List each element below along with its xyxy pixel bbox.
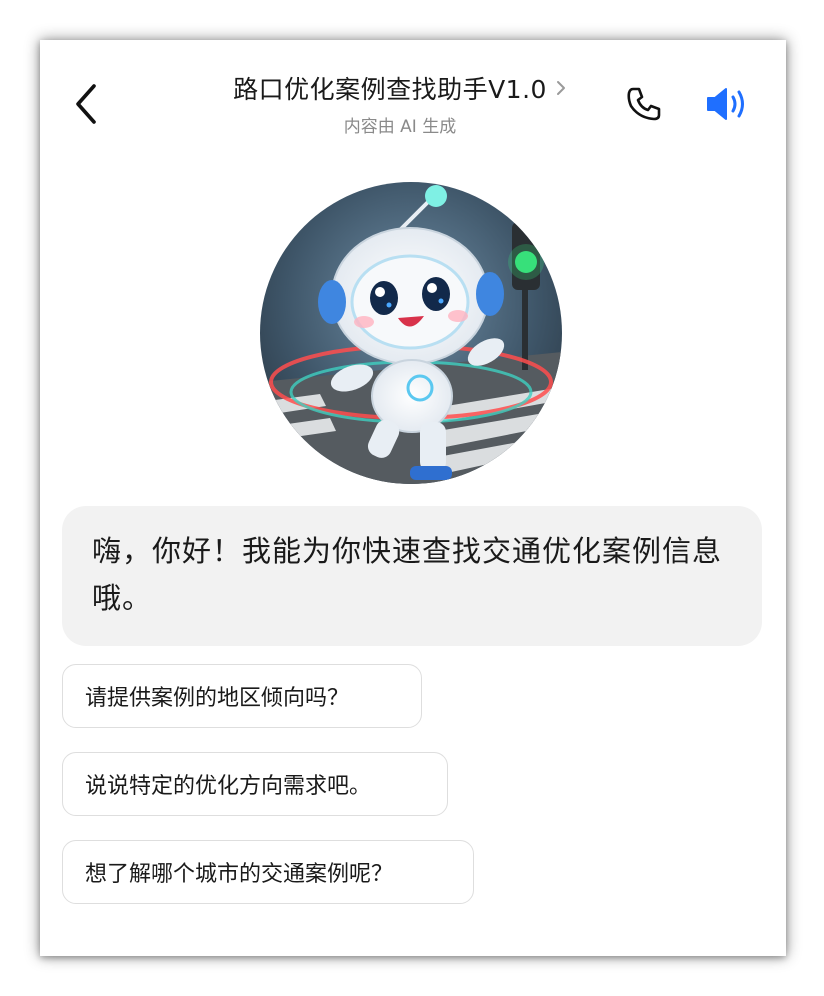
- page-title: 路口优化案例查找助手V1.0: [233, 75, 547, 104]
- suggestion-chip-label: 想了解哪个城市的交通案例呢？: [85, 862, 394, 887]
- assistant-profile-link[interactable]: 路口优化案例查找助手V1.0: [180, 70, 620, 106]
- chevron-left-icon: [76, 84, 96, 124]
- chat-screen: 路口优化案例查找助手V1.0 内容由 AI 生成 嗨，你好！我能为你快速查找交通…: [40, 40, 786, 956]
- back-button[interactable]: [68, 80, 108, 128]
- assistant-avatar: [260, 182, 562, 484]
- suggestion-chip-label: 请提供案例的地区倾向吗？: [85, 686, 350, 711]
- phone-icon: [627, 87, 661, 121]
- speaker-toggle-button[interactable]: [704, 84, 754, 124]
- call-button[interactable]: [624, 84, 664, 124]
- robot-avatar-icon: [260, 182, 562, 484]
- assistant-message-bubble: 嗨，你好！我能为你快速查找交通优化案例信息哦。: [62, 506, 762, 646]
- chevron-right-icon: [556, 81, 565, 95]
- speaker-icon: [707, 88, 744, 120]
- ai-disclaimer: 内容由 AI 生成: [343, 117, 457, 137]
- suggestion-chip-label: 说说特定的优化方向需求吧。: [85, 774, 372, 799]
- suggestion-chip[interactable]: 说说特定的优化方向需求吧。: [62, 752, 448, 816]
- suggestion-chip[interactable]: 请提供案例的地区倾向吗？: [62, 664, 422, 728]
- header-title-block: 路口优化案例查找助手V1.0 内容由 AI 生成: [180, 70, 620, 137]
- suggestion-chip[interactable]: 想了解哪个城市的交通案例呢？: [62, 840, 474, 904]
- greeting-text: 嗨，你好！我能为你快速查找交通优化案例信息哦。: [92, 534, 723, 615]
